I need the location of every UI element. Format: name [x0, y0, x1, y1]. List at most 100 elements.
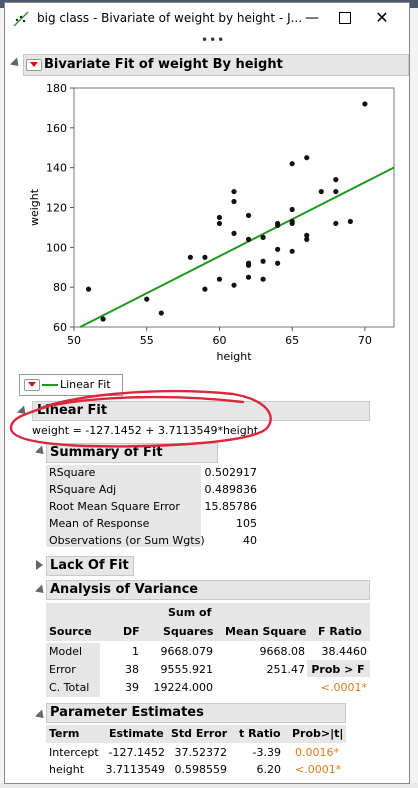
data-point — [216, 276, 223, 282]
y-tick-label: 140 — [46, 162, 67, 175]
params-col-estimate: Estimate — [109, 727, 164, 740]
x-tick-label: 55 — [140, 334, 154, 347]
param-cell-t: 6.20 — [256, 763, 282, 776]
data-point — [202, 286, 208, 292]
x-tick-label: 50 — [67, 334, 81, 347]
y-tick-label: 160 — [46, 122, 67, 135]
summary-label: Mean of Response — [49, 517, 150, 530]
param-cell-est: 3.7113549 — [105, 763, 166, 776]
params-col-tratio: t Ratio — [239, 727, 281, 740]
data-point — [260, 276, 266, 282]
lack-of-fit-disclosure-icon[interactable] — [36, 560, 43, 570]
report-window: big class - Bivariate of weight by heigh… — [4, 2, 410, 784]
anova-cell-source: C. Total — [49, 681, 90, 694]
anova-title: Analysis of Variance — [50, 582, 199, 597]
data-point — [245, 262, 252, 268]
data-point — [289, 161, 295, 167]
data-point — [260, 258, 266, 264]
param-cell-p: 0.0016* — [295, 746, 339, 759]
data-point — [289, 206, 295, 213]
summary-label: Root Mean Square Error — [49, 500, 180, 513]
x-axis-label: height — [216, 350, 252, 363]
data-point — [260, 234, 266, 240]
scatter-plot: 60 80 100 120 140 160 180 50 55 60 65 70 height weigh… — [28, 82, 395, 363]
data-point — [289, 248, 295, 254]
close-button[interactable]: ✕ — [367, 7, 397, 29]
title-bar[interactable]: big class - Bivariate of weight by heigh… — [5, 3, 409, 33]
bivariate-title: Bivariate Fit of weight By height — [44, 57, 283, 72]
data-point — [216, 214, 223, 221]
data-point — [245, 274, 252, 280]
summary-value: 15.85786 — [204, 500, 258, 513]
x-tick-label: 70 — [358, 334, 372, 347]
data-point — [275, 260, 281, 266]
data-point — [245, 236, 252, 242]
param-cell-se: 37.52372 — [174, 746, 228, 759]
summary-label: RSquare — [49, 466, 96, 479]
data-point — [231, 230, 237, 236]
params-title: Parameter Estimates — [50, 705, 204, 720]
anova-cell-f: <.0001* — [320, 681, 367, 694]
anova-cell-ms: 251.47 — [266, 663, 306, 676]
x-tick-label: 65 — [285, 334, 299, 347]
minimize-button[interactable]: — — [297, 7, 327, 29]
data-point — [231, 188, 237, 195]
y-tick-label: 100 — [46, 241, 67, 254]
param-cell-t: -3.39 — [252, 746, 281, 759]
toolbar-grip-handle[interactable]: ••• — [201, 33, 225, 47]
data-point — [187, 254, 193, 260]
data-point — [289, 218, 295, 225]
anova-col-ss-top: Sum of — [168, 606, 212, 619]
data-point — [275, 246, 281, 252]
anova-cell-ss: 19224.000 — [153, 681, 214, 694]
red-annotation-circle — [9, 389, 272, 448]
y-tick-label: 60 — [53, 321, 67, 334]
summary-value: 40 — [243, 534, 257, 547]
y-tick-label: 180 — [46, 82, 67, 95]
data-point — [85, 286, 92, 292]
anova-cell-source: Error — [49, 663, 76, 676]
param-cell-p: <.0001* — [295, 763, 342, 776]
data-point — [304, 155, 310, 161]
disclosure-icon[interactable] — [9, 57, 23, 70]
anova-cell-df: 1 — [132, 645, 139, 658]
params-col-term: Term — [49, 727, 80, 740]
data-point — [216, 220, 223, 227]
anova-col-f: F Ratio — [318, 625, 362, 638]
anova-col-ss-bottom: Squares — [163, 625, 214, 638]
background-window-right — [410, 8, 418, 788]
param-cell-term: height — [49, 763, 85, 776]
anova-cell-f: Prob > F — [311, 663, 365, 676]
anova-cell-f: 38.4460 — [321, 645, 368, 658]
data-point — [144, 296, 150, 302]
data-point — [333, 188, 339, 195]
anova-cell-df: 38 — [125, 663, 139, 676]
y-axis-label: weight — [28, 188, 41, 226]
data-point — [231, 282, 237, 288]
summary-value: 0.489836 — [204, 483, 258, 496]
data-point — [245, 212, 252, 219]
x-tick-label: 60 — [212, 334, 226, 347]
data-point — [100, 316, 106, 322]
param-cell-est: -127.1452 — [108, 746, 165, 759]
jmp-app-icon — [13, 11, 29, 27]
summary-label: RSquare Adj — [49, 483, 117, 496]
summary-value: 105 — [236, 517, 257, 530]
red-triangle-menu-icon[interactable] — [26, 59, 42, 71]
data-point — [362, 101, 368, 107]
data-point — [333, 220, 339, 227]
maximize-button[interactable] — [330, 7, 360, 29]
param-cell-se: 0.598559 — [174, 763, 228, 776]
lack-of-fit-title[interactable]: Lack Of Fit — [50, 558, 129, 573]
anova-cell-df: 39 — [125, 681, 139, 694]
anova-cell-source: Model — [49, 645, 83, 658]
anova-cell-ss: 9555.921 — [160, 663, 214, 676]
plot-frame — [73, 87, 395, 328]
anova-col-df: DF — [123, 625, 140, 638]
summary-label: Observations (or Sum Wgts) — [49, 534, 205, 547]
data-point — [202, 254, 208, 260]
param-cell-term: Intercept — [49, 746, 99, 759]
summary-value: 0.502917 — [204, 466, 258, 479]
data-point — [158, 310, 164, 316]
data-point — [318, 188, 324, 195]
